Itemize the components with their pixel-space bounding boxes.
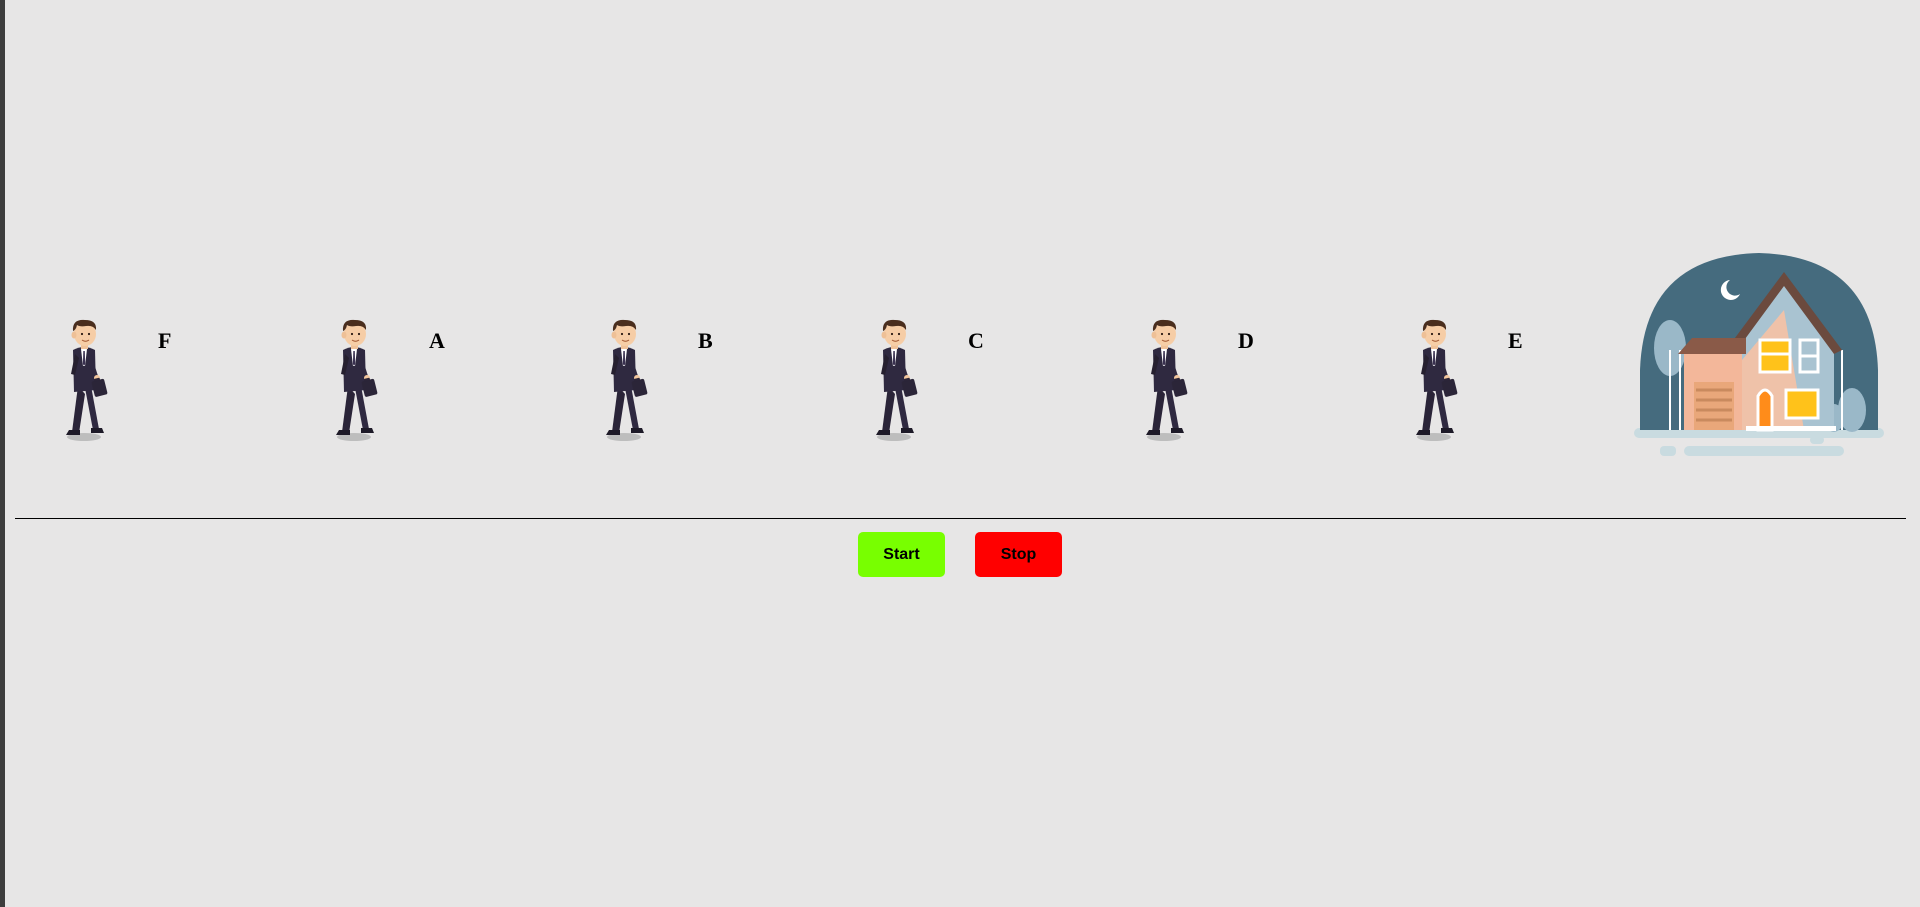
page: F A B C D E Start Stop xyxy=(0,0,1920,907)
businessman-walking-icon xyxy=(1140,316,1194,442)
walker-label-a: A xyxy=(429,328,445,353)
walker-label-f: F xyxy=(158,328,172,353)
walker-label-b: B xyxy=(698,328,713,353)
house-night-icon xyxy=(1634,250,1884,466)
walker-label-c: C xyxy=(968,328,984,353)
businessman-walking-icon xyxy=(870,316,924,442)
stop-button[interactable]: Stop xyxy=(975,532,1062,577)
walker-label-e: E xyxy=(1508,328,1523,353)
window-edge xyxy=(0,0,5,907)
businessman-walking-icon xyxy=(330,316,384,442)
businessman-walking-icon xyxy=(600,316,654,442)
businessman-walking-icon xyxy=(60,316,114,442)
divider-line xyxy=(15,518,1906,519)
businessman-walking-icon xyxy=(1410,316,1464,442)
start-button[interactable]: Start xyxy=(858,532,945,577)
walker-label-d: D xyxy=(1238,328,1254,353)
